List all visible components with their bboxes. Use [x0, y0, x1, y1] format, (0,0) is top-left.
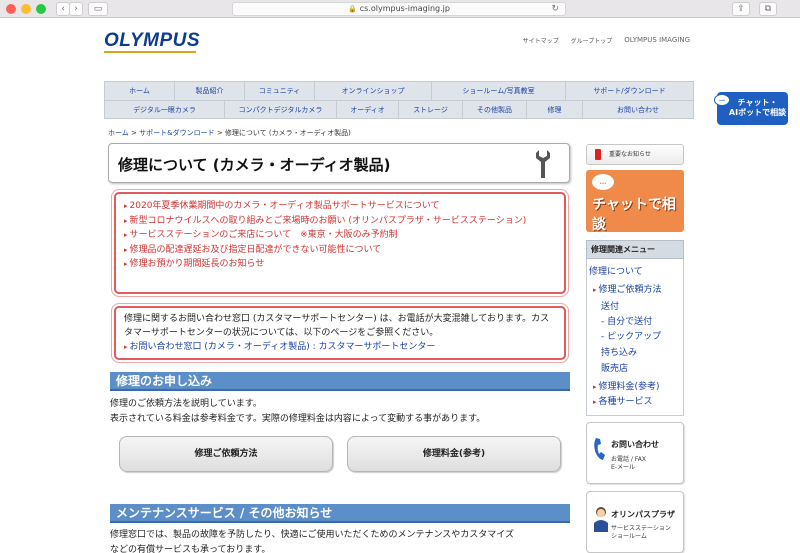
page-content: OLYMPUS サイトマップ グループトップ OLYMPUS IMAGING ホ… [0, 18, 800, 553]
important-notice-button[interactable]: 重要なお知らせ [586, 144, 684, 165]
chat-bubble-icon: … [714, 94, 730, 106]
contact-card-title: お問い合わせ [611, 440, 659, 449]
repair-method-button[interactable]: 修理ご依頼方法 [119, 436, 333, 472]
floating-chat-button[interactable]: … チャット・ AIボットで相談 [714, 92, 788, 125]
section-heading-apply: 修理のお申し込み [110, 372, 570, 391]
contact-notice-text: 修理に関するお問い合わせ窓口 (カスタマーサポートセンター) は、お電話が大変混… [124, 314, 550, 339]
nav-products[interactable]: 製品紹介 [175, 82, 245, 100]
page-title: 修理について (カメラ・オーディオ製品) [118, 156, 391, 174]
arrow-icon: ▸ [124, 245, 128, 254]
nav-other[interactable]: その他製品 [463, 101, 527, 118]
nav-support[interactable]: サポート/ダウンロード [566, 82, 693, 100]
menu-services[interactable]: ▸ 各種サービス [593, 394, 653, 407]
repair-menu: 修理について ▸ 修理ご依頼方法 送付 - 自分で送付 - ピックアップ 持ち込み… [586, 259, 684, 416]
wrench-icon [536, 150, 550, 178]
chat-banner-text: チャットで相談 [592, 197, 676, 233]
plaza-card-title: オリンパスプラザ [611, 510, 675, 519]
section-heading-maintenance: メンテナンスサービス / その他お知らせ [110, 504, 570, 523]
reload-icon[interactable]: ↻ [551, 3, 559, 15]
repair-fee-button[interactable]: 修理料金(参考) [347, 436, 561, 472]
breadcrumb-home[interactable]: ホーム [108, 129, 129, 137]
nav-community[interactable]: コミュニティ [245, 82, 315, 100]
section-maintenance-text: 修理窓口では、製品の故障を予防したり、快適にご使用いただくためのメンテナンスやカ… [110, 530, 515, 553]
nav-compact[interactable]: コンパクトデジタルカメラ [225, 101, 337, 118]
contact-card-sub: お電話 / FAX E-メール [611, 456, 646, 471]
notice-box: ▸ 2020年夏季休業期間中のカメラ・オーディオ製品サポートサービスについて ▸ 新… [114, 192, 566, 294]
forward-button[interactable]: › [69, 2, 83, 16]
breadcrumb-sep: > [128, 129, 140, 137]
address-bar[interactable]: 🔒 cs.olympus-imaging.jp ↻ [232, 2, 566, 16]
repair-menu-heading: 修理関連メニュー [586, 240, 684, 259]
page-title-box: 修理について (カメラ・オーディオ製品) [108, 143, 570, 183]
zoom-window-button[interactable] [36, 4, 46, 14]
breadcrumb-current: 修理について (カメラ・オーディオ製品) [224, 129, 351, 137]
menu-self-send[interactable]: - 自分で送付 [601, 314, 652, 327]
menu-fee[interactable]: ▸ 修理料金(参考) [593, 379, 660, 392]
breadcrumb-support[interactable]: サポート&ダウンロード [139, 129, 214, 137]
olympus-logo[interactable]: OLYMPUS [104, 30, 200, 52]
chat-consult-banner[interactable]: … チャットで相談 [586, 170, 684, 233]
minimize-window-button[interactable] [21, 4, 31, 14]
breadcrumb-sep: > [214, 129, 225, 137]
header-links: サイトマップ グループトップ OLYMPUS IMAGING [523, 36, 690, 45]
contact-notice-box: 修理に関するお問い合わせ窓口 (カスタマーサポートセンター) は、お電話が大変混… [114, 306, 566, 360]
float-chat-line1: チャット・ [737, 98, 778, 107]
menu-store[interactable]: 販売店 [601, 361, 628, 374]
nav-storage[interactable]: ストレージ [399, 101, 463, 118]
arrow-icon: ▸ [124, 231, 128, 240]
nav-showroom[interactable]: ショールーム/写真教室 [432, 82, 566, 100]
nav-online-shop[interactable]: オンラインショップ [315, 82, 432, 100]
nav-row-main: ホーム 製品紹介 コミュニティ オンラインショップ ショールーム/写真教室 サポ… [104, 81, 694, 100]
arrow-icon: ▸ [124, 216, 128, 225]
staff-icon [594, 507, 608, 532]
nav-contact[interactable]: お問い合わせ [583, 101, 693, 118]
back-button[interactable]: ‹ [56, 2, 70, 16]
share-icon[interactable]: ⇪ [732, 2, 750, 16]
global-nav: ホーム 製品紹介 コミュニティ オンラインショップ ショールーム/写真教室 サポ… [104, 81, 694, 119]
chat-bubble-icon: … [592, 174, 614, 190]
sitemap-link[interactable]: サイトマップ [523, 36, 559, 45]
sidebar-toggle-icon[interactable]: ▭ [88, 2, 108, 16]
alert-icon [595, 149, 601, 160]
menu-about[interactable]: 修理について [589, 264, 643, 277]
lock-icon: 🔒 [348, 5, 357, 13]
notice-item[interactable]: ▸ 2020年夏季休業期間中のカメラ・オーディオ製品サポートサービスについて [124, 199, 556, 214]
nav-audio[interactable]: オーディオ [337, 101, 399, 118]
menu-request[interactable]: ▸ 修理ご依頼方法 [593, 282, 662, 295]
breadcrumb: ホーム > サポート&ダウンロード > 修理について (カメラ・オーディオ製品) [108, 128, 351, 138]
tabs-icon[interactable]: ⧉ [759, 2, 777, 16]
logo-underline [104, 51, 196, 53]
float-chat-line2: AIボットで相談 [728, 108, 787, 117]
group-top-link[interactable]: グループトップ [571, 36, 613, 45]
browser-toolbar: ‹ › ▭ 🔒 cs.olympus-imaging.jp ↻ ⇪ ⧉ [0, 0, 800, 18]
notice-item[interactable]: ▸ 修理品の配達遅延お及び指定日配達ができない可能性について [124, 243, 556, 258]
section-apply-text: 修理のご依頼方法を説明しています。 表示されている料金は参考料金です。実際の修理… [110, 399, 486, 424]
nav-row-sub: デジタル一眼カメラ コンパクトデジタルカメラ オーディオ ストレージ その他製品… [104, 100, 694, 119]
close-window-button[interactable] [6, 4, 16, 14]
menu-send[interactable]: 送付 [601, 299, 619, 312]
brand-link[interactable]: OLYMPUS IMAGING [624, 36, 690, 45]
phone-icon [594, 438, 605, 460]
nav-repair[interactable]: 修理 [527, 101, 583, 118]
nav-home[interactable]: ホーム [105, 82, 175, 100]
url-text: cs.olympus-imaging.jp [359, 4, 450, 13]
arrow-icon: ▸ [124, 343, 128, 352]
notice-item[interactable]: ▸ 修理お預かり期間延長のお知らせ [124, 257, 556, 272]
arrow-icon: ▸ [124, 260, 128, 269]
nav-dslr[interactable]: デジタル一眼カメラ [105, 101, 225, 118]
contact-card[interactable]: お問い合わせ お電話 / FAX E-メール [586, 422, 684, 484]
contact-center-link[interactable]: ▸ お問い合わせ窓口 (カメラ・オーディオ製品) : カスタマーサポートセンター [124, 340, 556, 354]
plaza-card-sub: サービスステーション ショールーム [611, 525, 671, 540]
menu-pickup[interactable]: - ピックアップ [601, 329, 661, 342]
notice-item[interactable]: ▸ 新型コロナウイルスへの取り組みとご来場時のお願い (オリンパスプラザ・サービス… [124, 214, 556, 229]
arrow-icon: ▸ [124, 202, 128, 210]
notice-item[interactable]: ▸ サービスステーションのご来店について ※東京・大阪のみ予約制 [124, 228, 556, 243]
plaza-card[interactable]: オリンパスプラザ サービスステーション ショールーム [586, 491, 684, 553]
menu-bring[interactable]: 持ち込み [601, 345, 637, 358]
